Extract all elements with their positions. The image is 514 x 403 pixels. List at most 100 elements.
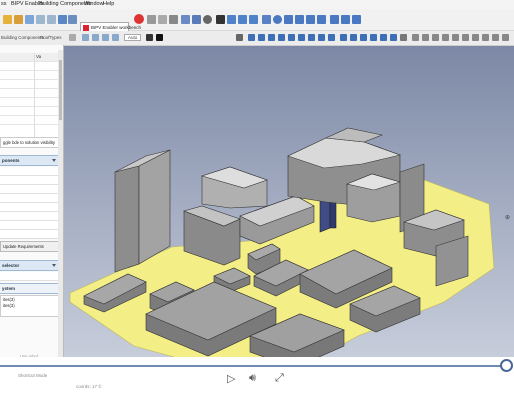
trim-tool-icon[interactable] bbox=[370, 34, 377, 41]
panel-scrollbar[interactable] bbox=[58, 50, 63, 365]
property-row[interactable] bbox=[0, 116, 58, 125]
roof-tool-icon[interactable] bbox=[442, 34, 449, 41]
upgrade-tool-icon[interactable] bbox=[380, 34, 387, 41]
component-dropdown[interactable] bbox=[0, 185, 58, 194]
left-view-icon[interactable] bbox=[341, 15, 350, 24]
forward-arrow-icon[interactable] bbox=[238, 15, 247, 24]
video-progress-knob[interactable] bbox=[500, 359, 513, 372]
isometric-view-icon[interactable] bbox=[273, 15, 282, 24]
fullscreen-icon[interactable]: ⤢ bbox=[275, 372, 284, 385]
copy-icon[interactable] bbox=[82, 34, 89, 41]
polyline-icon[interactable] bbox=[268, 34, 275, 41]
video-progress-bar[interactable] bbox=[0, 365, 507, 367]
polygon-tool-icon[interactable] bbox=[308, 34, 315, 41]
grid-icon[interactable] bbox=[102, 34, 109, 41]
building-tool-icon[interactable] bbox=[462, 34, 469, 41]
rectangle-tool-icon[interactable] bbox=[298, 34, 305, 41]
wall-icon[interactable] bbox=[412, 34, 419, 41]
list-item[interactable]: ites(3) bbox=[3, 303, 15, 308]
line-tool-icon[interactable] bbox=[258, 34, 265, 41]
front-view-icon[interactable] bbox=[284, 15, 293, 24]
macros-icon[interactable] bbox=[158, 15, 167, 24]
material-tool-icon[interactable] bbox=[502, 34, 509, 41]
property-row[interactable] bbox=[0, 62, 58, 71]
property-row[interactable] bbox=[0, 80, 58, 89]
redo-icon[interactable] bbox=[47, 15, 56, 24]
cursor-icon[interactable] bbox=[68, 15, 77, 24]
record-macro-icon[interactable] bbox=[134, 14, 144, 24]
array-tool-icon[interactable] bbox=[390, 34, 397, 41]
component-dropdown[interactable] bbox=[0, 203, 58, 212]
fill-color-icon[interactable] bbox=[156, 34, 163, 41]
line-color-icon[interactable] bbox=[146, 34, 153, 41]
section-header-selector[interactable]: selector bbox=[0, 260, 58, 271]
menu-item-window[interactable]: Window bbox=[84, 1, 104, 7]
top-view-icon[interactable] bbox=[295, 15, 304, 24]
measure-icon[interactable] bbox=[352, 15, 361, 24]
stereo-icon[interactable] bbox=[249, 15, 258, 24]
play-button-icon[interactable]: ▷ bbox=[227, 372, 235, 385]
bounding-box-icon[interactable] bbox=[216, 15, 225, 24]
property-row[interactable] bbox=[0, 107, 58, 116]
property-row[interactable] bbox=[0, 98, 58, 107]
dimension-tool-icon[interactable] bbox=[328, 34, 335, 41]
refresh-icon[interactable] bbox=[58, 15, 67, 24]
3d-viewport[interactable]: ⊕ bbox=[64, 46, 514, 368]
rear-view-icon[interactable] bbox=[317, 15, 326, 24]
property-row[interactable] bbox=[0, 71, 58, 80]
selector-dropdown[interactable] bbox=[0, 272, 58, 281]
update-requirements-button[interactable]: Update Requirements bbox=[0, 241, 60, 252]
list-item[interactable]: ites(3) bbox=[3, 297, 15, 302]
window-tool-icon[interactable] bbox=[432, 34, 439, 41]
stop-macro-icon[interactable] bbox=[147, 15, 156, 24]
filter-icon[interactable] bbox=[69, 34, 76, 41]
pencil-icon[interactable] bbox=[248, 34, 255, 41]
snap-lock-icon[interactable] bbox=[400, 34, 407, 41]
text-tool-icon[interactable] bbox=[318, 34, 325, 41]
structure-icon[interactable] bbox=[422, 34, 429, 41]
rotate-tool-icon[interactable] bbox=[350, 34, 357, 41]
system-list[interactable]: ites(3) ites(3) bbox=[0, 295, 60, 317]
arc-tool-icon[interactable] bbox=[288, 34, 295, 41]
back-arrow-icon[interactable] bbox=[227, 15, 236, 24]
component-dropdown[interactable] bbox=[0, 176, 58, 185]
floor-tool-icon[interactable] bbox=[452, 34, 459, 41]
component-dropdown[interactable] bbox=[0, 194, 58, 203]
schedule-tool-icon[interactable] bbox=[492, 34, 499, 41]
draw-style-icon[interactable] bbox=[203, 15, 212, 24]
play-macro-icon[interactable] bbox=[169, 15, 178, 24]
site-tool-icon[interactable] bbox=[472, 34, 479, 41]
component-dropdown[interactable] bbox=[0, 221, 58, 230]
volume-icon[interactable]: 🔊︎ bbox=[249, 372, 256, 385]
new-file-icon[interactable] bbox=[3, 15, 12, 24]
play-icon[interactable] bbox=[236, 34, 243, 41]
toggle-visibility-option[interactable]: ggle bde to solution visibility bbox=[0, 137, 60, 148]
type-selector[interactable]: RoofTypes bbox=[40, 35, 62, 40]
auto-toggle[interactable]: Auto bbox=[124, 34, 142, 41]
panel-scrollbar-thumb[interactable] bbox=[59, 60, 62, 120]
component-dropdown[interactable] bbox=[0, 212, 58, 221]
section-tool-icon[interactable] bbox=[482, 34, 489, 41]
paste-icon[interactable] bbox=[92, 34, 99, 41]
open-folder-icon[interactable] bbox=[14, 15, 23, 24]
right-view-icon[interactable] bbox=[306, 15, 315, 24]
offset-tool-icon[interactable] bbox=[360, 34, 367, 41]
menu-item-tools[interactable]: ss bbox=[1, 1, 7, 7]
component-dropdown[interactable] bbox=[0, 230, 58, 239]
property-row[interactable] bbox=[0, 89, 58, 98]
snap-icon[interactable] bbox=[112, 34, 119, 41]
menu-item-help[interactable]: Help bbox=[103, 1, 114, 7]
select-icon[interactable] bbox=[181, 15, 190, 24]
bottom-view-icon[interactable] bbox=[330, 15, 339, 24]
move-tool-icon[interactable] bbox=[340, 34, 347, 41]
component-dropdown[interactable] bbox=[0, 167, 58, 176]
navigation-cube-icon[interactable]: ⊕ bbox=[505, 214, 510, 221]
fit-all-icon[interactable] bbox=[262, 15, 271, 24]
zoom-icon[interactable] bbox=[192, 15, 201, 24]
section-header-components[interactable]: ponents bbox=[0, 155, 58, 166]
section-header-system[interactable]: ystem bbox=[0, 283, 58, 294]
circle-tool-icon[interactable] bbox=[278, 34, 285, 41]
save-icon[interactable] bbox=[25, 15, 34, 24]
breadcrumb[interactable]: Building Components bbox=[1, 35, 44, 40]
undo-icon[interactable] bbox=[36, 15, 45, 24]
